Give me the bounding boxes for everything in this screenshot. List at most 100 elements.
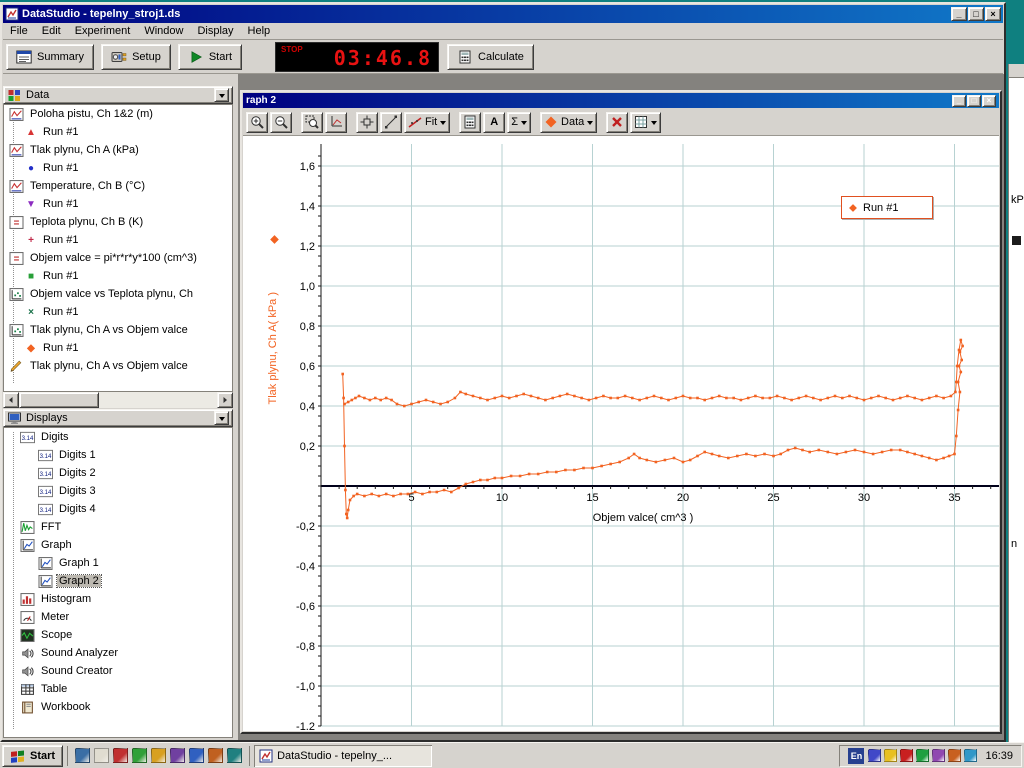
zoom-select-button[interactable]	[301, 112, 323, 133]
displays-section-header[interactable]: Displays	[3, 409, 233, 427]
run-item[interactable]: +Run #1	[4, 231, 232, 249]
calculator-button[interactable]	[459, 112, 481, 133]
data-item[interactable]: Tlak plynu, Ch A vs Objem valce	[4, 357, 232, 375]
display-item[interactable]: Sound Analyzer	[4, 644, 232, 662]
data-header-menu-button[interactable]	[214, 88, 229, 102]
menu-edit[interactable]: Edit	[35, 24, 68, 39]
tray-icon[interactable]	[932, 749, 945, 762]
quicklaunch-icon[interactable]	[170, 748, 185, 763]
display-subitem[interactable]: 3.14Digits 4	[4, 500, 232, 518]
zoom-out-button[interactable]	[270, 112, 292, 133]
minimize-button[interactable]: _	[951, 7, 967, 21]
display-item[interactable]: Table	[4, 680, 232, 698]
title-bar[interactable]: DataStudio - tepelny_stroj1.ds _□×	[3, 5, 1003, 23]
zoom-in-button[interactable]	[246, 112, 268, 133]
menu-file[interactable]: File	[3, 24, 35, 39]
data-item[interactable]: =Teplota plynu, Ch B (K)	[4, 213, 232, 231]
menu-display[interactable]: Display	[190, 24, 240, 39]
start-label: Start	[30, 750, 55, 762]
quicklaunch-icon[interactable]	[132, 748, 147, 763]
display-subitem[interactable]: 3.14Digits 3	[4, 482, 232, 500]
close-button[interactable]: ×	[985, 7, 1001, 21]
displays-header-menu-button[interactable]	[214, 411, 229, 425]
quicklaunch-icon[interactable]	[113, 748, 128, 763]
x-axis-label: Objem valce( cm^3 )	[543, 512, 743, 524]
run-item[interactable]: ■Run #1	[4, 267, 232, 285]
display-item[interactable]: Sound Creator	[4, 662, 232, 680]
display-subitem[interactable]: Graph 1	[4, 554, 232, 572]
menu-window[interactable]: Window	[137, 24, 190, 39]
quicklaunch-icon[interactable]	[189, 748, 204, 763]
scroll-thumb[interactable]	[19, 392, 99, 408]
data-tree-scrollbar[interactable]	[3, 392, 233, 408]
display-subitem[interactable]: 3.14Digits 1	[4, 446, 232, 464]
display-item[interactable]: Histogram	[4, 590, 232, 608]
digits-icon: 3.14	[20, 431, 35, 444]
run-item[interactable]: ▲Run #1	[4, 123, 232, 141]
scale-to-fit-button[interactable]	[325, 112, 347, 133]
data-item[interactable]: Poloha pistu, Ch 1&2 (m)	[4, 105, 232, 123]
graph-title-bar[interactable]: raph 2 _□×	[243, 93, 999, 108]
quicklaunch-icon[interactable]	[208, 748, 223, 763]
quicklaunch-icon[interactable]	[227, 748, 242, 763]
display-item[interactable]: Meter	[4, 608, 232, 626]
quicklaunch-icon[interactable]	[151, 748, 166, 763]
legend[interactable]: Run #1	[841, 196, 933, 219]
display-item[interactable]: FFT	[4, 518, 232, 536]
menu-experiment[interactable]: Experiment	[68, 24, 138, 39]
tray-icon[interactable]	[964, 749, 977, 762]
quicklaunch-icon[interactable]	[94, 748, 109, 763]
smart-tool-button[interactable]	[356, 112, 378, 133]
setup-button[interactable]: Setup	[101, 44, 171, 70]
text-annotation-button[interactable]: A	[483, 112, 505, 133]
display-item[interactable]: Scope	[4, 626, 232, 644]
graph-plot-area[interactable]: -1,2-1,0-0,8-0,6-0,4-0,20,20,40,60,81,01…	[243, 136, 999, 731]
display-subitem[interactable]: Graph 2	[4, 572, 232, 590]
svg-text:0,2: 0,2	[300, 441, 315, 453]
remove-button[interactable]	[606, 112, 628, 133]
calculate-button[interactable]: Calculate	[447, 44, 534, 70]
start-button-toolbar[interactable]: Start	[178, 44, 242, 70]
grid-settings-button[interactable]	[630, 112, 661, 133]
data-item[interactable]: Objem valce vs Teplota plynu, Ch	[4, 285, 232, 303]
tray-icon[interactable]	[916, 749, 929, 762]
data-item[interactable]: Temperature, Ch B (°C)	[4, 177, 232, 195]
svg-text:0,6: 0,6	[300, 361, 315, 373]
data-item-label: Tlak plynu, Ch A vs Objem valce	[28, 324, 190, 336]
data-item[interactable]: Tlak plynu, Ch A vs Objem valce	[4, 321, 232, 339]
display-item[interactable]: Graph	[4, 536, 232, 554]
task-button-datastudio[interactable]: DataStudio - tepelny_...	[254, 745, 432, 767]
scroll-track[interactable]	[99, 392, 217, 408]
quicklaunch-icon[interactable]	[75, 748, 90, 763]
fit-menu-button[interactable]: Fit	[404, 112, 450, 133]
display-subitem[interactable]: 3.14Digits 2	[4, 464, 232, 482]
run-item[interactable]: ▼Run #1	[4, 195, 232, 213]
statistics-menu-button[interactable]: Σ	[507, 112, 531, 133]
data-section-icon	[7, 89, 22, 102]
start-button[interactable]: Start	[2, 745, 63, 767]
close-button[interactable]: ×	[982, 95, 996, 107]
tray-icon[interactable]	[900, 749, 913, 762]
scroll-right-button[interactable]	[217, 392, 233, 408]
run-item[interactable]: ×Run #1	[4, 303, 232, 321]
data-item[interactable]: =Objem valce = pi*r*r*y*100 (cm^3)	[4, 249, 232, 267]
minimize-button[interactable]: _	[952, 95, 966, 107]
maximize-button[interactable]: □	[967, 95, 981, 107]
tray-icon[interactable]	[948, 749, 961, 762]
data-section-header[interactable]: Data	[3, 86, 233, 104]
chart-canvas[interactable]: -1,2-1,0-0,8-0,6-0,4-0,20,20,40,60,81,01…	[243, 136, 999, 730]
maximize-button[interactable]: □	[968, 7, 984, 21]
slope-tool-button[interactable]	[380, 112, 402, 133]
run-item[interactable]: ●Run #1	[4, 159, 232, 177]
data-menu-button[interactable]: Data	[540, 112, 597, 133]
scroll-left-button[interactable]	[3, 392, 19, 408]
tray-icon[interactable]	[868, 749, 881, 762]
display-item[interactable]: Workbook	[4, 698, 232, 716]
tray-icon[interactable]	[884, 749, 897, 762]
display-item[interactable]: 3.14Digits	[4, 428, 232, 446]
menu-help[interactable]: Help	[241, 24, 278, 39]
data-item[interactable]: Tlak plynu, Ch A (kPa)	[4, 141, 232, 159]
language-indicator[interactable]: En	[848, 748, 864, 764]
run-item[interactable]: ◆Run #1	[4, 339, 232, 357]
summary-button[interactable]: Summary	[6, 44, 94, 70]
